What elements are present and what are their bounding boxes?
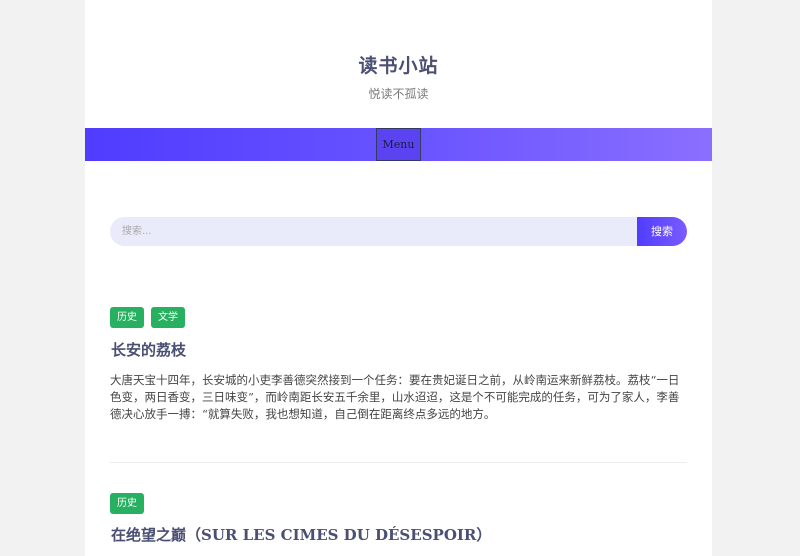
post-excerpt: 大唐天宝十四年，长安城的小吏李善德突然接到一个任务：要在贵妃诞日之前，从岭南运来… xyxy=(110,373,680,421)
post-divider xyxy=(110,462,687,463)
post-title[interactable]: 长安的荔枝 xyxy=(111,339,186,360)
tag-history[interactable]: 历史 xyxy=(110,493,144,514)
page-container: 读书小站 悦读不孤读 Menu 搜索 历史 文学 长安的荔枝 大唐天宝十四年，长… xyxy=(85,0,712,556)
post-title[interactable]: 在绝望之巅（SUR LES CIMES DU DÉSESPOIR） xyxy=(111,524,491,545)
search-input[interactable] xyxy=(110,217,637,246)
tag-history[interactable]: 历史 xyxy=(110,307,144,328)
search-button[interactable]: 搜索 xyxy=(637,217,687,246)
tag-literature[interactable]: 文学 xyxy=(151,307,185,328)
menu-button[interactable]: Menu xyxy=(376,128,421,161)
navigation-bar: Menu xyxy=(85,128,712,161)
site-tagline: 悦读不孤读 xyxy=(368,87,429,101)
site-title[interactable]: 读书小站 xyxy=(85,51,712,78)
